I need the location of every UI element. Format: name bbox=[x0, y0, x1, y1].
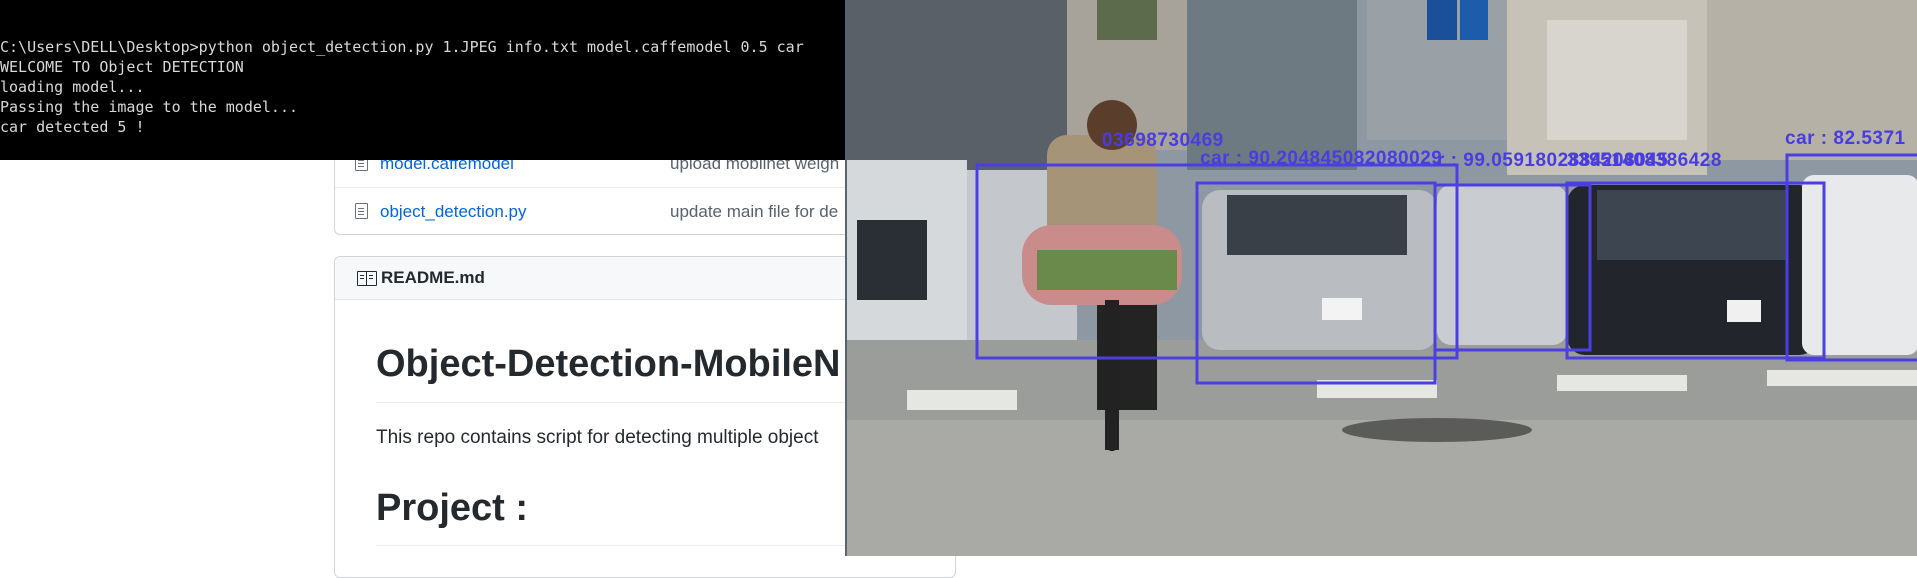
readme-section-heading: Project : bbox=[376, 487, 529, 529]
detection-label: car : 82.5371 bbox=[1785, 128, 1906, 149]
commit-message[interactable]: update main file for de bbox=[670, 202, 838, 222]
detection-label: car : 90.204845082080029 bbox=[1200, 148, 1443, 169]
detection-box bbox=[1195, 181, 1437, 385]
detection-overlay bbox=[975, 153, 1917, 385]
terminal-output: C:\Users\DELL\Desktop>python object_dete… bbox=[0, 37, 804, 137]
readme-filename[interactable]: README.md bbox=[381, 268, 485, 288]
terminal-command-line: C:\Users\DELL\Desktop>python object_dete… bbox=[0, 38, 804, 56]
terminal-line: WELCOME TO Object DETECTION bbox=[0, 58, 244, 76]
readme-title: Object-Detection-MobileN bbox=[376, 343, 841, 385]
detection-box bbox=[975, 163, 1459, 360]
book-icon bbox=[357, 271, 377, 286]
terminal-line: car detected 5 ! bbox=[0, 118, 145, 136]
detection-box bbox=[1565, 181, 1826, 360]
file-icon bbox=[355, 203, 368, 219]
readme-description: This repo contains script for detecting … bbox=[376, 427, 819, 448]
detection-box bbox=[1785, 153, 1917, 362]
terminal-line: Passing the image to the model... bbox=[0, 98, 299, 116]
detection-image-window[interactable]: 03698730469 car : 90.204845082080029 r :… bbox=[845, 0, 1917, 556]
detection-label: 33951408386428 bbox=[1567, 150, 1722, 171]
file-link[interactable]: object_detection.py bbox=[380, 202, 527, 222]
terminal-line: loading model... bbox=[0, 78, 145, 96]
